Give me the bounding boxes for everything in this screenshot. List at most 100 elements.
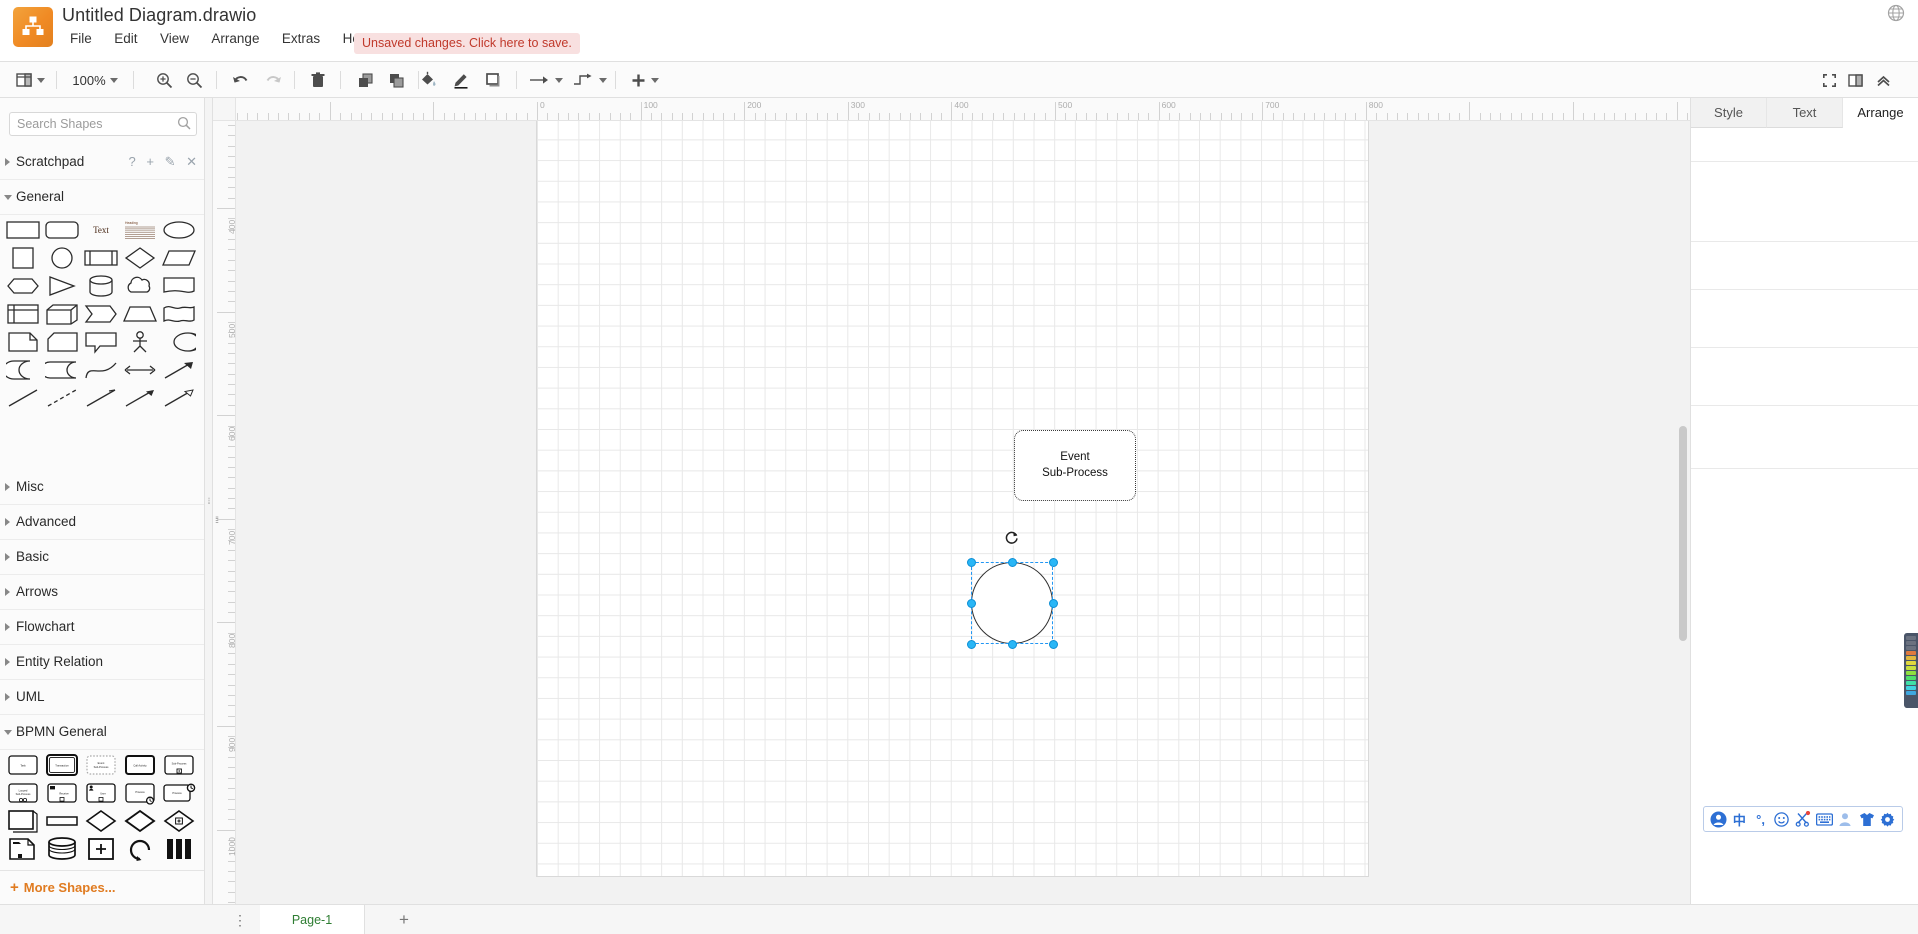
shadow-icon[interactable] — [478, 66, 510, 94]
sidebar-section-flowchart[interactable]: Flowchart — [0, 610, 204, 645]
color-swatch[interactable] — [1906, 686, 1916, 690]
format-panel-toggle-icon[interactable] — [1842, 67, 1868, 93]
collapse-icon[interactable] — [1870, 67, 1896, 93]
color-swatch[interactable] — [1906, 656, 1916, 660]
shirt-icon[interactable] — [1858, 810, 1876, 829]
to-front-icon[interactable] — [350, 66, 380, 94]
shape-text[interactable]: Text — [84, 218, 118, 242]
shape-circle[interactable] — [45, 246, 79, 270]
color-swatch[interactable] — [1906, 646, 1916, 650]
shape-process-timer[interactable]: Process — [123, 781, 157, 805]
shape-parallel-marker[interactable] — [162, 837, 196, 861]
shape-hexagon[interactable] — [6, 274, 40, 298]
punctuation-icon[interactable]: °, — [1751, 810, 1769, 829]
shape-bidirectional-arrow[interactable] — [123, 358, 157, 382]
color-swatch[interactable] — [1906, 661, 1916, 665]
shape-data-object-rect[interactable] — [6, 809, 40, 833]
menu-file[interactable]: File — [62, 30, 100, 47]
page-tab-page-1[interactable]: Page-1 — [260, 905, 365, 934]
shape-transaction[interactable]: Transaction — [45, 753, 79, 777]
shape-and[interactable] — [6, 358, 40, 382]
search-shapes-input[interactable] — [9, 112, 197, 136]
view-layout-icon[interactable] — [10, 66, 50, 94]
line-color-icon[interactable] — [445, 66, 477, 94]
shape-diamond[interactable] — [123, 246, 157, 270]
color-swatch[interactable] — [1906, 666, 1916, 670]
shape-link[interactable] — [84, 386, 118, 410]
ruler-guide-handle[interactable]: ⁞⁞ — [215, 515, 220, 526]
connection-arrow-icon[interactable] — [525, 66, 567, 94]
sidebar-section-uml[interactable]: UML — [0, 680, 204, 715]
resize-handle-ne[interactable] — [1048, 557, 1058, 567]
keyboard-icon[interactable] — [1815, 810, 1833, 829]
tab-style[interactable]: Style — [1691, 98, 1767, 128]
sidebar-section-misc[interactable]: Misc — [0, 470, 204, 505]
globe-icon[interactable] — [1886, 3, 1906, 23]
canvas-vertical-scrollbar[interactable] — [1679, 426, 1687, 641]
menu-arrange[interactable]: Arrange — [203, 30, 267, 47]
shape-task[interactable]: Task — [6, 753, 40, 777]
sidebar-section-basic[interactable]: Basic — [0, 540, 204, 575]
menu-view[interactable]: View — [152, 30, 197, 47]
shape-rounded-rectangle[interactable] — [45, 218, 79, 242]
zoom-in-icon[interactable] — [150, 66, 178, 94]
sidebar-section-scratchpad[interactable]: Scratchpad ? + ✎ ✕ — [0, 145, 204, 180]
shape-data-object[interactable] — [6, 837, 40, 861]
shape-data-storage[interactable] — [45, 358, 79, 382]
shape-directional-connector[interactable] — [123, 386, 157, 410]
shape-event-sub-process[interactable]: Event Sub-Process — [1014, 430, 1136, 501]
shape-step[interactable] — [84, 302, 118, 326]
delete-icon[interactable] — [303, 66, 333, 94]
shape-ellipse[interactable] — [162, 218, 196, 242]
shape-looped-sub-process[interactable]: Looped Sub-Process — [6, 781, 40, 805]
sidebar-section-general[interactable]: General — [0, 180, 204, 215]
shape-event-gateway[interactable] — [162, 809, 196, 833]
sidebar-section-bpmn-general[interactable]: BPMN General — [0, 715, 204, 750]
sidebar-section-arrows[interactable]: Arrows — [0, 575, 204, 610]
waypoints-icon[interactable] — [569, 66, 611, 94]
sidebar-section-advanced[interactable]: Advanced — [0, 505, 204, 540]
shape-sub-process[interactable]: Sub-Process — [162, 753, 196, 777]
color-swatch[interactable] — [1906, 691, 1916, 695]
more-shapes-button[interactable]: + More Shapes... — [0, 870, 204, 904]
color-swatch[interactable] — [1906, 636, 1916, 640]
shape-rectangle[interactable] — [6, 218, 40, 242]
shape-cloud[interactable] — [123, 274, 157, 298]
shape-dashed-line[interactable] — [45, 386, 79, 410]
redo-icon[interactable] — [258, 66, 288, 94]
fullscreen-icon[interactable] — [1816, 67, 1842, 93]
color-swatch[interactable] — [1906, 651, 1916, 655]
resize-handle-n[interactable] — [1008, 557, 1017, 567]
shape-process[interactable] — [84, 246, 118, 270]
color-swatch[interactable] — [1906, 676, 1916, 680]
gear-icon[interactable] — [1879, 810, 1897, 829]
close-icon[interactable]: ✕ — [186, 154, 197, 169]
panel-splitter[interactable]: ⦙⦙ — [205, 98, 213, 904]
add-icon[interactable]: + — [146, 154, 154, 169]
vertical-dots-icon[interactable]: ⋮ — [230, 910, 250, 930]
resize-handle-s[interactable] — [1008, 639, 1017, 649]
shape-event-sub-process[interactable]: Event Sub-Process — [84, 753, 118, 777]
color-palette-strip[interactable] — [1904, 633, 1918, 708]
shape-user-task[interactable]: User — [84, 781, 118, 805]
color-swatch[interactable] — [1906, 681, 1916, 685]
color-swatch[interactable] — [1906, 671, 1916, 675]
horizontal-ruler[interactable]: 0 100 200 300 400 500 600 700 800 — [236, 98, 1690, 121]
to-back-icon[interactable] — [381, 66, 411, 94]
scissors-icon[interactable] — [1794, 810, 1812, 829]
diagram-canvas[interactable]: Event Sub-Process — [236, 121, 1690, 904]
shape-square[interactable] — [6, 246, 40, 270]
insert-icon[interactable] — [623, 66, 665, 94]
fill-color-icon[interactable] — [412, 66, 444, 94]
shape-actor[interactable] — [123, 330, 157, 354]
zoom-level-button[interactable]: 100% — [66, 66, 124, 94]
shape-note[interactable] — [6, 330, 40, 354]
shape-curve[interactable] — [84, 358, 118, 382]
shape-exclusive-gateway[interactable] — [123, 809, 157, 833]
menu-extras[interactable]: Extras — [274, 30, 328, 47]
resize-handle-nw[interactable] — [966, 557, 976, 567]
help-icon[interactable]: ? — [128, 154, 135, 169]
shape-plus-gateway[interactable] — [84, 837, 118, 861]
diagram-page[interactable] — [537, 121, 1368, 876]
undo-icon[interactable] — [225, 66, 255, 94]
